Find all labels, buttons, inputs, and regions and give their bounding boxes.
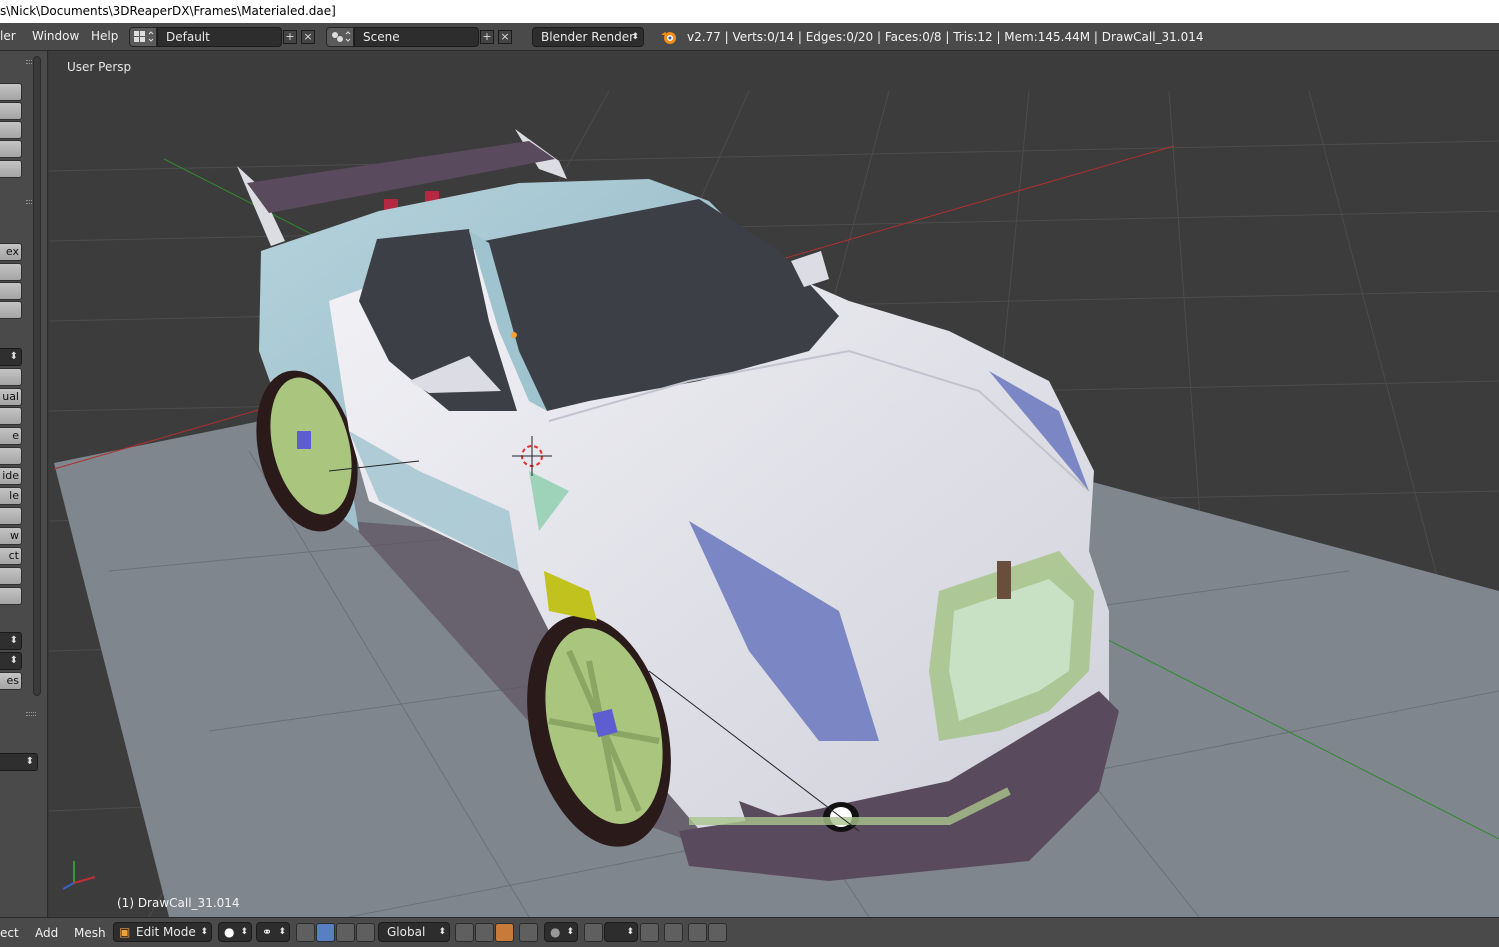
scene-dropdown[interactable]: Scene [354,27,479,47]
3d-viewport[interactable]: User Persp (1) DrawCall_31.014 [49,51,1499,917]
add-scene-icon[interactable]: + [480,30,494,44]
screen-layout-icon[interactable] [129,27,157,47]
mode-dropdown[interactable]: ▣ Edit Mode ⬍ [113,922,212,942]
panel-grip-icon[interactable] [26,712,36,716]
mode-value: Edit Mode [136,925,196,939]
tool-button[interactable] [0,83,22,101]
face-select-icon[interactable] [495,923,514,942]
manipulator-icon[interactable] [296,923,315,942]
snap-target-icon[interactable] [640,923,659,942]
license-plate [997,561,1011,599]
viewport-scene [49,90,1499,917]
blender-logo-icon [661,32,676,44]
chevron-updown-icon: ⬍ [631,32,639,42]
tool-button[interactable]: ide [0,467,22,485]
tool-button[interactable]: e [0,427,22,445]
help-menu[interactable]: Help [91,29,118,43]
window-menu[interactable]: Window [32,29,79,43]
tool-button[interactable] [0,368,22,386]
render-animation-icon[interactable] [708,923,727,942]
add-menu[interactable]: Add [35,926,58,940]
chevron-updown-icon: ⬍ [200,927,208,937]
tool-button[interactable]: w [0,527,22,545]
tool-button[interactable]: ct [0,547,22,565]
vertex-select-icon[interactable] [455,923,474,942]
tool-button[interactable]: ual [0,388,22,406]
tool-button[interactable]: ex [0,243,22,261]
window-title: s\Nick\Documents\3DReaperDX\Frames\Mater… [0,4,336,18]
snap-icon[interactable] [584,923,603,942]
tool-button[interactable] [0,121,22,139]
axis-gizmo-icon [62,861,96,890]
viewport-shading-icon[interactable]: ● ⬍ [218,922,252,942]
render-menu[interactable]: ler [0,29,16,43]
orientation-value: Global [387,925,426,939]
viewport-perspective-label: User Persp [67,60,132,74]
mesh-menu[interactable]: Mesh [74,926,106,940]
tool-button[interactable]: es [0,672,22,690]
tool-button[interactable] [0,102,22,120]
tool-dropdown[interactable]: ⬍ [0,652,22,670]
tool-button[interactable] [0,407,22,425]
tool-dropdown[interactable]: ⬍ [0,348,22,366]
screen-layout-dropdown[interactable]: Default [157,27,282,47]
origin-point [511,332,517,338]
scene-value: Scene [363,30,400,44]
render-engine-value: Blender Render [541,30,635,44]
tool-button[interactable] [0,140,22,158]
screen-layout-value: Default [166,30,210,44]
snap-element-icon[interactable]: ⬍ [604,922,638,942]
translate-manipulator-icon[interactable] [316,923,335,942]
tool-button[interactable] [0,160,22,178]
info-header: ler Window Help Default + × Scene + × Bl… [0,23,1499,51]
edge-select-icon[interactable] [475,923,494,942]
tool-button[interactable] [0,263,22,281]
select-menu[interactable]: ect [0,926,19,940]
pivot-icon[interactable]: ⚭ ⬍ [256,922,290,942]
add-icon[interactable]: + [283,30,297,44]
copy-icon[interactable] [664,923,683,942]
operator-dropdown[interactable]: ⬍ [0,753,38,771]
proportional-edit-icon[interactable]: ● ⬍ [544,922,578,942]
render-engine-dropdown[interactable]: Blender Render ⬍ [532,27,644,47]
scale-manipulator-icon[interactable] [356,923,375,942]
scene-statistics: v2.77 | Verts:0/14 | Edges:0/20 | Faces:… [687,30,1204,44]
orientation-dropdown[interactable]: Global ⬍ [378,922,450,942]
tool-button[interactable] [0,447,22,465]
3d-view-header: ect Add Mesh ▣ Edit Mode ⬍ ● ⬍ ⚭ ⬍ Global … [0,917,1499,947]
scene-icon[interactable] [326,27,354,47]
tool-button[interactable] [0,587,22,605]
tool-button[interactable] [0,567,22,585]
rotate-manipulator-icon[interactable] [336,923,355,942]
window-title-bar: s\Nick\Documents\3DReaperDX\Frames\Mater… [0,0,1499,23]
chevron-updown-icon: ⬍ [438,927,446,937]
tool-button[interactable] [0,282,22,300]
occlude-geometry-icon[interactable] [519,923,538,942]
tool-button[interactable] [0,507,22,525]
tool-button[interactable] [0,301,22,319]
edit-mode-icon: ▣ [119,925,131,939]
close-icon[interactable]: × [301,30,315,44]
close-scene-icon[interactable]: × [498,30,512,44]
active-object-label: (1) DrawCall_31.014 [117,896,240,910]
tool-dropdown[interactable]: ⬍ [0,632,22,650]
tool-button[interactable]: le [0,487,22,505]
tool-shelf: ex ⬍ ual e ide le w ct ⬍ ⬍ es ⬍ [0,51,48,917]
render-icon[interactable] [688,923,707,942]
tool-shelf-scrollbar[interactable] [33,56,41,696]
